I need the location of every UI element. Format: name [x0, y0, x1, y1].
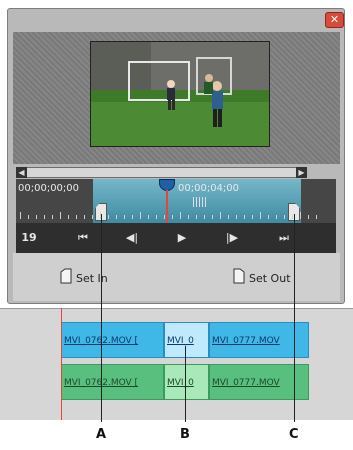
callout-a: A: [96, 427, 107, 442]
ruler-tick: [284, 215, 285, 219]
video-clip[interactable]: MVI_0762.MOV [: [61, 322, 164, 358]
start-timecode: 00;00;00;00: [18, 183, 80, 194]
set-in-label: Set In: [76, 272, 108, 285]
ruler-tick: [252, 215, 253, 219]
ruler-tick: [212, 215, 213, 219]
audio-clip-selected[interactable]: MVI_0: [164, 364, 209, 400]
current-timecode: 00;00;04;00: [178, 183, 240, 194]
callout-line-c: [294, 214, 295, 422]
ruler-tick: [260, 212, 261, 219]
go-to-out-button[interactable]: ⏭: [273, 227, 295, 249]
callout-line-b: [185, 346, 186, 422]
ruler-tick: [276, 215, 277, 219]
go-to-in-button[interactable]: ⏮: [72, 227, 94, 249]
timeline-playhead: [61, 308, 62, 420]
video-preview: [90, 41, 270, 147]
play-button[interactable]: ▶: [171, 227, 193, 249]
go-to-out-icon: ⏭: [279, 231, 289, 244]
ruler-tick: [84, 215, 85, 219]
ruler-tick: [164, 215, 165, 219]
ruler-tick: [156, 215, 157, 219]
set-in-icon: [60, 268, 72, 284]
go-to-in-icon: ⏮: [78, 231, 88, 244]
ruler-tick: [140, 212, 141, 219]
ruler-tick: [316, 215, 317, 219]
horizontal-scrollbar[interactable]: [16, 167, 307, 178]
ruler-tick: [180, 212, 181, 219]
ruler-tick: [60, 212, 61, 219]
ruler-tick: [292, 215, 293, 219]
ruler-tick: [220, 212, 221, 219]
ruler-tick: [148, 215, 149, 219]
ruler-tick: [116, 215, 117, 219]
ruler-tick: [236, 215, 237, 219]
audio-clip[interactable]: MVI_0762.MOV [: [61, 364, 164, 400]
ruler-tick: [268, 215, 269, 219]
close-button[interactable]: ✕: [325, 12, 344, 28]
ruler-tick: [188, 215, 189, 219]
ruler-tick: [44, 215, 45, 219]
ruler-tick: [100, 212, 101, 219]
ruler-tick: [244, 215, 245, 219]
ruler-tick: [172, 215, 173, 219]
step-back-icon: ◀|: [125, 231, 139, 244]
ruler-tick: [20, 212, 21, 219]
close-icon: ✕: [329, 13, 340, 26]
callout-b: B: [180, 427, 190, 442]
video-frame-image: [91, 42, 269, 146]
frame-counter: 19: [21, 231, 37, 244]
video-clip-selected[interactable]: MVI_0: [164, 322, 209, 358]
callout-line-a: [101, 214, 102, 422]
step-forward-button[interactable]: |▶: [221, 227, 243, 249]
ruler-tick: [68, 215, 69, 219]
ruler-tick: [36, 215, 37, 219]
ruler-tick: [124, 215, 125, 219]
scroll-left-arrow-icon[interactable]: ◀: [16, 167, 27, 178]
ruler-tick: [108, 215, 109, 219]
divider: [0, 308, 353, 309]
ruler-tick: [28, 215, 29, 219]
callout-c: C: [289, 427, 299, 442]
ruler-tick: [132, 215, 133, 219]
playhead-line: [166, 190, 168, 223]
step-forward-icon: |▶: [225, 231, 239, 244]
ruler-tick: [228, 215, 229, 219]
ruler-tick: [52, 215, 53, 219]
set-out-label: Set Out: [249, 272, 291, 285]
ruler-tick: [196, 215, 197, 219]
ruler-tick: [308, 215, 309, 219]
ruler-tick: [300, 212, 301, 219]
scrub-grip[interactable]: [193, 197, 207, 207]
step-back-button[interactable]: ◀|: [121, 227, 143, 249]
set-out-icon: [233, 268, 245, 284]
scroll-right-arrow-icon[interactable]: ▶: [296, 167, 307, 178]
ruler-tick: [76, 215, 77, 219]
ruler-tick: [92, 215, 93, 219]
play-icon: ▶: [177, 231, 187, 244]
ruler-tick: [204, 215, 205, 219]
